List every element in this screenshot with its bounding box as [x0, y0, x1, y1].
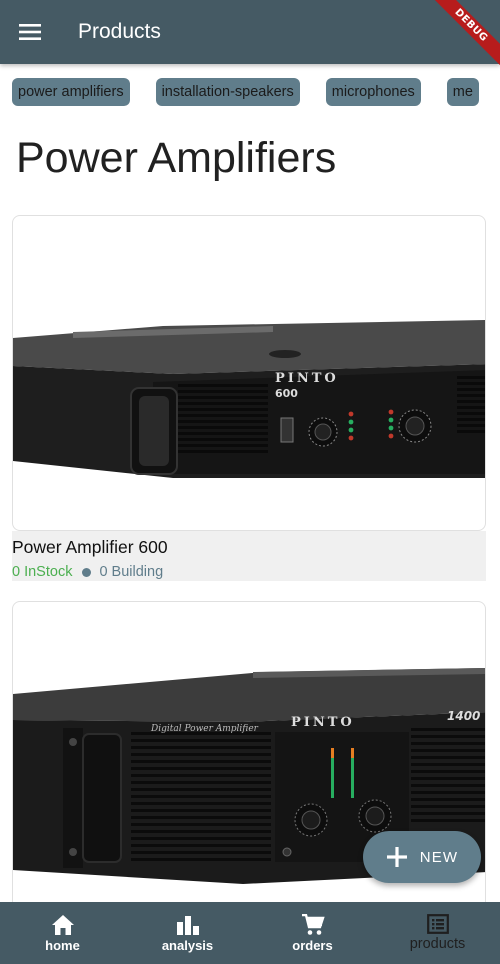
- chip-microphones[interactable]: microphones: [325, 78, 421, 106]
- product-image-card[interactable]: PINTO 600: [12, 215, 486, 531]
- list-icon: [426, 914, 449, 934]
- product-image: PINTO 600: [13, 320, 485, 478]
- building-count: 0 Building: [99, 564, 164, 580]
- section-title: Power Amplifiers: [16, 134, 337, 182]
- debug-banner: DEBUG: [430, 0, 500, 70]
- bottom-nav: home analysis orders products: [0, 902, 500, 964]
- nav-analysis[interactable]: analysis: [125, 902, 250, 964]
- cart-icon: [301, 913, 325, 935]
- menu-button[interactable]: [0, 0, 60, 64]
- svg-text:PINTO: PINTO: [275, 371, 339, 386]
- nav-products-label: products: [409, 936, 466, 952]
- product-status: 0 InStock 0 Building: [12, 564, 486, 580]
- svg-text:1400: 1400: [447, 709, 480, 723]
- product-name: Power Amplifier 600: [12, 537, 168, 557]
- page-title: Products: [78, 20, 161, 43]
- nav-orders[interactable]: orders: [250, 902, 375, 964]
- product-item[interactable]: PINTO 600 Power Amplifier 600 0 InStock …: [12, 215, 486, 581]
- nav-home[interactable]: home: [0, 902, 125, 964]
- new-product-button[interactable]: NEW: [363, 831, 481, 883]
- chip-partial[interactable]: me: [446, 78, 479, 106]
- chip-installation-speakers[interactable]: installation-speakers: [155, 78, 300, 106]
- svg-text:PINTO: PINTO: [291, 715, 355, 730]
- bar-chart-icon: [176, 915, 199, 935]
- category-chips: power amplifiers installation-speakers m…: [0, 64, 500, 120]
- instock-count: 0 InStock: [12, 564, 73, 580]
- app-bar: Products: [0, 0, 500, 64]
- chip-power-amplifiers[interactable]: power amplifiers: [12, 78, 130, 106]
- svg-text:Digital Power Amplifier: Digital Power Amplifier: [150, 724, 259, 734]
- status-dot: [82, 567, 92, 577]
- nav-analysis-label: analysis: [161, 937, 214, 953]
- nav-home-label: home: [45, 937, 80, 953]
- nav-orders-label: orders: [292, 937, 333, 953]
- product-info: Power Amplifier 600 0 InStock 0 Building: [12, 531, 486, 581]
- svg-text:600: 600: [275, 387, 298, 400]
- new-button-label: NEW: [419, 848, 459, 866]
- debug-label: DEBUG: [430, 0, 500, 70]
- menu-icon: [19, 24, 41, 40]
- plus-icon: [386, 847, 407, 867]
- home-icon: [51, 914, 74, 935]
- nav-products[interactable]: products: [375, 902, 500, 964]
